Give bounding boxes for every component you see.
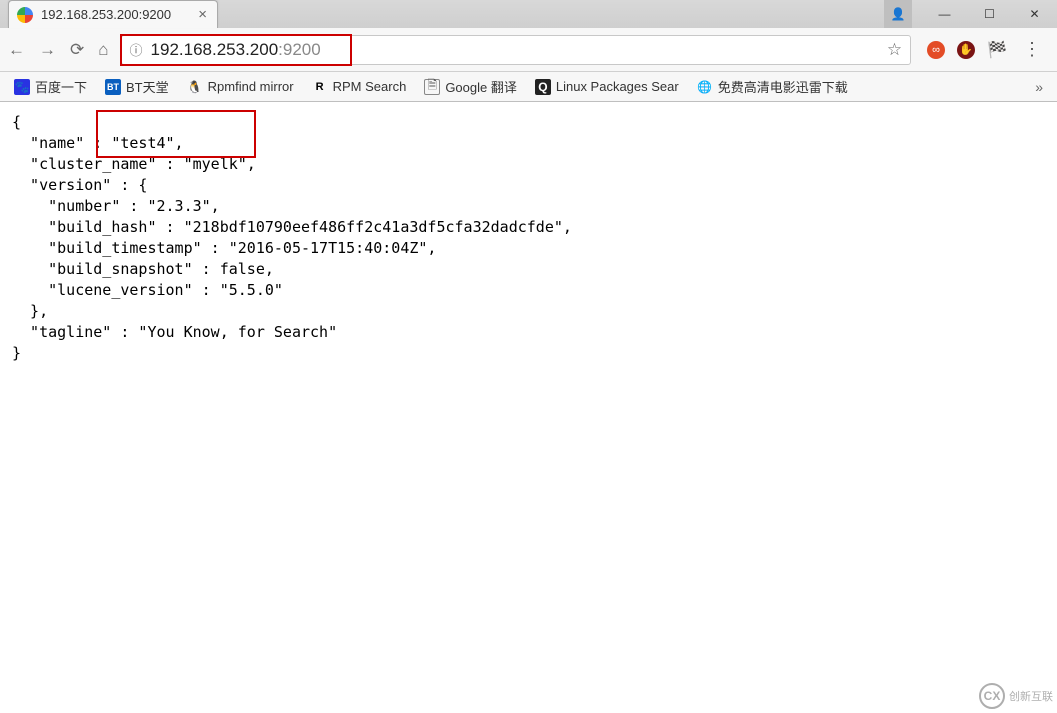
url-port: :9200 — [278, 40, 321, 59]
extension-3-icon[interactable]: 🏁 — [987, 40, 1007, 60]
window-minimize-button[interactable]: — — [922, 0, 967, 28]
json-line: { — [12, 113, 21, 131]
bookmark-label: Linux Packages Sear — [556, 79, 679, 94]
json-line: "cluster_name" : "myelk", — [12, 155, 256, 173]
bookmark-bt[interactable]: BT BT天堂 — [99, 77, 175, 96]
bookmark-label: BT天堂 — [126, 77, 169, 96]
json-line: "tagline" : "You Know, for Search" — [12, 323, 337, 341]
json-line: } — [12, 344, 21, 362]
json-line: "lucene_version" : "5.5.0" — [12, 281, 283, 299]
address-bar[interactable]: ⓘ 192.168.253.200:9200 ☆ — [121, 35, 912, 65]
globe-icon: 🌐 — [697, 79, 713, 95]
forward-button[interactable]: → — [39, 40, 56, 60]
bookmark-label: Rpmfind mirror — [208, 79, 294, 94]
bookmark-google-translate[interactable]: 🗎 Google 翻译 — [418, 77, 523, 96]
bookmarks-bar: 🐾 百度一下 BT BT天堂 🐧 Rpmfind mirror R RPM Se… — [0, 72, 1057, 102]
user-icon[interactable]: 👤 — [884, 0, 912, 28]
bookmark-rpmfind[interactable]: 🐧 Rpmfind mirror — [181, 79, 300, 95]
json-line: "name" : "test4", — [12, 134, 184, 152]
url-host: 192.168.253.200 — [151, 40, 279, 59]
extension-2-icon[interactable]: ✋ — [957, 41, 975, 59]
bookmark-rpmsearch[interactable]: R RPM Search — [306, 79, 413, 95]
json-line: "version" : { — [12, 176, 147, 194]
bookmarks-overflow-icon[interactable]: » — [1029, 79, 1049, 95]
bookmark-label: RPM Search — [333, 79, 407, 94]
bookmark-baidu[interactable]: 🐾 百度一下 — [8, 77, 93, 96]
json-line: }, — [12, 302, 48, 320]
window-controls: 👤 — ☐ ✕ — [884, 0, 1057, 28]
tab-favicon-icon — [17, 7, 33, 23]
extensions: ∞ ✋ 🏁 ⋮ — [923, 39, 1049, 60]
json-line: "build_hash" : "218bdf10790eef486ff2c41a… — [12, 218, 572, 236]
window-maximize-button[interactable]: ☐ — [967, 0, 1012, 28]
tux-icon: 🐧 — [187, 79, 203, 95]
toolbar: ← → ⟳ ⌂ ⓘ 192.168.253.200:9200 ☆ ∞ ✋ 🏁 ⋮ — [0, 28, 1057, 72]
tab-active[interactable]: 192.168.253.200:9200 × — [8, 0, 218, 28]
bookmark-movie[interactable]: 🌐 免费高清电影迅雷下载 — [691, 77, 854, 96]
watermark-text: 创新互联 — [1009, 688, 1053, 704]
doc-icon: 🗎 — [424, 79, 440, 95]
tab-close-icon[interactable]: × — [198, 6, 207, 23]
search-icon: Q — [535, 79, 551, 95]
tab-title: 192.168.253.200:9200 — [41, 7, 190, 22]
rpm-icon: R — [312, 79, 328, 95]
page-content: { "name" : "test4", "cluster_name" : "my… — [0, 102, 1057, 374]
url-input[interactable]: 192.168.253.200:9200 — [151, 40, 879, 60]
home-button[interactable]: ⌂ — [98, 40, 108, 60]
reload-button[interactable]: ⟳ — [70, 40, 84, 60]
bookmark-label: 百度一下 — [35, 77, 87, 96]
window-close-button[interactable]: ✕ — [1012, 0, 1057, 28]
back-button[interactable]: ← — [8, 40, 25, 60]
json-line: "build_snapshot" : false, — [12, 260, 274, 278]
json-line: "number" : "2.3.3", — [12, 197, 220, 215]
extension-1-icon[interactable]: ∞ — [927, 41, 945, 59]
bookmark-linux-pkg[interactable]: Q Linux Packages Sear — [529, 79, 685, 95]
watermark-logo-icon: CX — [979, 683, 1005, 709]
bookmark-label: Google 翻译 — [445, 77, 517, 96]
bookmark-label: 免费高清电影迅雷下载 — [718, 77, 848, 96]
bookmark-star-icon[interactable]: ☆ — [887, 40, 902, 60]
nav-buttons: ← → ⟳ ⌂ — [8, 40, 109, 60]
site-info-icon[interactable]: ⓘ — [130, 40, 143, 59]
json-line: "build_timestamp" : "2016-05-17T15:40:04… — [12, 239, 436, 257]
baidu-icon: 🐾 — [14, 79, 30, 95]
watermark: CX 创新互联 — [979, 683, 1053, 709]
bt-icon: BT — [105, 79, 121, 95]
chrome-menu-button[interactable]: ⋮ — [1019, 39, 1045, 60]
